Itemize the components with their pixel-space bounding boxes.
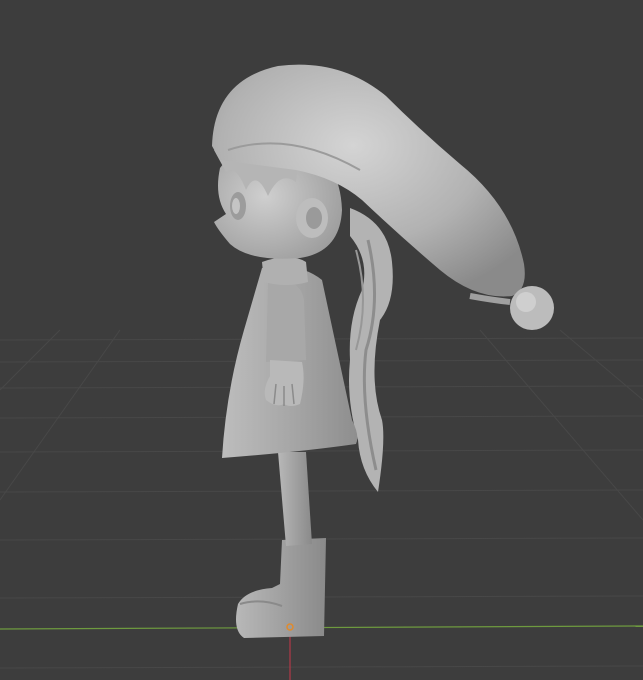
sleeve [266, 280, 306, 362]
viewport-canvas [0, 64, 643, 680]
boot [236, 538, 326, 638]
character-model[interactable] [212, 64, 554, 638]
3d-viewport[interactable] [0, 0, 643, 680]
collar [262, 257, 308, 285]
leg [278, 452, 312, 546]
